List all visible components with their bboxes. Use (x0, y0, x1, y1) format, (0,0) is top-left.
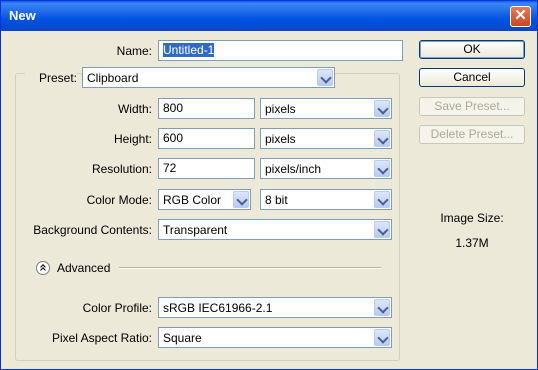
name-label: Name: (116, 44, 152, 58)
color-mode-value: RGB Color (163, 193, 222, 207)
chevron-down-icon[interactable] (374, 130, 390, 147)
pixel-aspect-label: Pixel Aspect Ratio: (51, 331, 152, 345)
window-title: New (9, 8, 36, 23)
pixel-aspect-select[interactable]: Square (158, 327, 392, 348)
name-value: Untitled-1 (163, 43, 215, 57)
resolution-field[interactable]: 72 (158, 158, 255, 179)
width-unit-select[interactable]: pixels (260, 98, 392, 119)
name-field[interactable]: Untitled-1 (158, 40, 403, 61)
chevron-down-icon[interactable] (374, 160, 390, 177)
new-document-dialog: New ✕ Name: Untitled-1 Preset: Clipboard… (0, 0, 538, 370)
chevron-down-icon[interactable] (374, 221, 390, 238)
width-unit-value: pixels (265, 102, 296, 116)
resolution-unit-value: pixels/inch (265, 162, 322, 176)
color-mode-label: Color Mode: (86, 193, 152, 207)
chevron-down-icon[interactable] (374, 191, 390, 208)
height-field[interactable]: 600 (158, 128, 255, 149)
background-value: Transparent (163, 223, 228, 237)
close-button[interactable]: ✕ (510, 6, 531, 27)
width-label: Width: (117, 102, 152, 116)
preset-label: Preset: (25, 71, 77, 85)
resolution-unit-select[interactable]: pixels/inch (260, 158, 392, 179)
bit-depth-select[interactable]: 8 bit (260, 189, 392, 210)
background-select[interactable]: Transparent (158, 219, 392, 240)
height-label: Height: (113, 132, 152, 146)
color-profile-value: sRGB IEC61966-2.1 (163, 301, 273, 315)
height-unit-value: pixels (265, 132, 296, 146)
chevron-down-icon[interactable] (374, 299, 390, 316)
preset-select[interactable]: Clipboard (82, 67, 335, 88)
chevron-down-icon[interactable] (374, 100, 390, 117)
advanced-label[interactable]: Advanced (57, 261, 110, 275)
color-profile-select[interactable]: sRGB IEC61966-2.1 (158, 297, 392, 318)
save-preset-button[interactable]: Save Preset... (419, 97, 525, 116)
bit-depth-value: 8 bit (265, 193, 288, 207)
width-field[interactable]: 800 (158, 98, 255, 119)
color-profile-label: Color Profile: (82, 301, 152, 315)
pixel-aspect-value: Square (163, 331, 202, 345)
advanced-divider (119, 267, 381, 269)
title-bar[interactable]: New ✕ (1, 1, 537, 31)
background-label: Background Contents: (33, 223, 152, 237)
close-icon: ✕ (514, 7, 527, 24)
collapse-chevron-icon[interactable] (36, 261, 50, 275)
chevron-down-icon[interactable] (317, 69, 333, 86)
image-size-label: Image Size: (440, 211, 504, 225)
cancel-button[interactable]: Cancel (419, 68, 525, 87)
chevron-down-icon[interactable] (374, 329, 390, 346)
chevron-down-icon[interactable] (233, 191, 249, 208)
preset-value: Clipboard (87, 71, 139, 85)
color-mode-select[interactable]: RGB Color (158, 189, 251, 210)
ok-button[interactable]: OK (419, 40, 525, 59)
height-unit-select[interactable]: pixels (260, 128, 392, 149)
delete-preset-button[interactable]: Delete Preset... (419, 125, 525, 144)
resolution-label: Resolution: (91, 162, 152, 176)
image-size-value: 1.37M (455, 236, 489, 250)
